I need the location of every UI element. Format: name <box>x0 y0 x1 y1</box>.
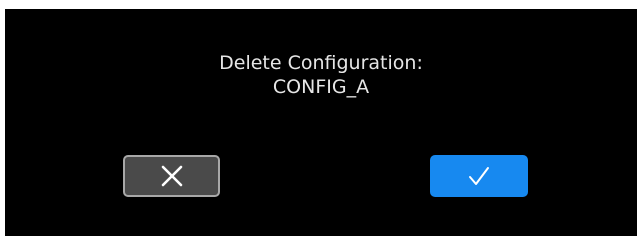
dialog-screen: Delete Configuration: CONFIG_A <box>5 9 637 236</box>
config-name: CONFIG_A <box>272 76 370 98</box>
confirm-button[interactable] <box>430 155 528 197</box>
checkmark-icon <box>469 167 489 185</box>
dialog-message: Delete Configuration: CONFIG_A <box>5 51 637 99</box>
dialog-title: Delete Configuration: <box>219 52 423 74</box>
cancel-button[interactable] <box>123 155 220 197</box>
close-icon <box>161 165 182 187</box>
